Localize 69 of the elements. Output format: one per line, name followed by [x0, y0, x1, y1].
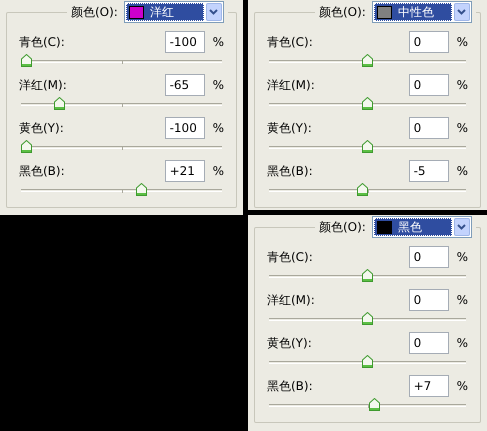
slider[interactable] — [269, 312, 466, 325]
slider[interactable] — [269, 355, 466, 368]
percent-unit: % — [456, 34, 468, 51]
percent-unit: % — [456, 77, 468, 94]
percent-unit: % — [212, 34, 224, 51]
color-label: 颜色(O): — [319, 4, 366, 21]
value-field[interactable]: 0 — [408, 31, 449, 53]
value-field[interactable]: 0 — [408, 117, 449, 139]
percent-unit: % — [456, 249, 468, 266]
color-dropdown[interactable]: 黑色 — [372, 216, 472, 238]
dropdown-value: 中性色 — [398, 4, 434, 21]
color-dropdown[interactable]: 中性色 — [372, 1, 472, 23]
slider-thumb[interactable] — [21, 140, 32, 153]
value-field[interactable]: 0 — [408, 332, 449, 354]
slider-thumb[interactable] — [362, 140, 373, 153]
percent-unit: % — [212, 77, 224, 94]
percent-unit: % — [456, 335, 468, 352]
value-field[interactable]: -5 — [408, 160, 449, 182]
channel-label: 青色(C): — [267, 249, 313, 266]
slider[interactable] — [269, 140, 466, 153]
value-field[interactable]: 0 — [408, 289, 449, 311]
dropdown-value: 黑色 — [398, 219, 422, 236]
value-field[interactable]: -100 — [164, 31, 205, 53]
channel-label: 黑色(B): — [267, 163, 313, 180]
value-field[interactable]: -65 — [164, 74, 205, 96]
slider[interactable] — [269, 269, 466, 282]
slider[interactable] — [269, 97, 466, 110]
slider-thumb[interactable] — [136, 183, 147, 196]
percent-unit: % — [456, 120, 468, 137]
slider-thumb[interactable] — [21, 54, 32, 67]
slider[interactable] — [21, 54, 222, 67]
slider-thumb[interactable] — [54, 97, 66, 110]
percent-unit: % — [456, 163, 468, 180]
percent-unit: % — [212, 120, 224, 137]
value-field[interactable]: +7 — [408, 375, 449, 397]
percent-unit: % — [456, 292, 468, 309]
channel-label: 洋红(M): — [267, 77, 315, 94]
channel-label: 黄色(Y): — [19, 120, 64, 137]
slider[interactable] — [21, 140, 222, 153]
percent-unit: % — [456, 378, 468, 395]
value-field[interactable]: +21 — [164, 160, 205, 182]
channel-label: 黄色(Y): — [267, 120, 312, 137]
slider[interactable] — [269, 398, 466, 411]
percent-unit: % — [212, 163, 224, 180]
channel-label: 青色(C): — [19, 34, 65, 51]
value-field[interactable]: 0 — [408, 74, 449, 96]
value-field[interactable]: 0 — [408, 246, 449, 268]
slider-thumb[interactable] — [362, 97, 373, 110]
color-dropdown[interactable]: 洋红 — [124, 1, 224, 23]
slider[interactable] — [21, 183, 222, 196]
slider[interactable] — [269, 54, 466, 67]
slider[interactable] — [269, 183, 466, 196]
channel-label: 黄色(Y): — [267, 335, 312, 352]
channel-label: 洋红(M): — [19, 77, 67, 94]
slider-thumb[interactable] — [368, 398, 380, 411]
slider-thumb[interactable] — [362, 54, 373, 67]
channel-label: 黑色(B): — [267, 378, 313, 395]
slider-thumb[interactable] — [357, 183, 368, 196]
slider-thumb[interactable] — [362, 355, 373, 368]
slider[interactable] — [21, 97, 222, 110]
channel-label: 洋红(M): — [267, 292, 315, 309]
dropdown-value: 洋红 — [150, 4, 174, 21]
channel-label: 黑色(B): — [19, 163, 65, 180]
channel-label: 青色(C): — [267, 34, 313, 51]
color-label: 颜色(O): — [71, 4, 118, 21]
slider-thumb[interactable] — [362, 269, 373, 282]
value-field[interactable]: -100 — [164, 117, 205, 139]
color-label: 颜色(O): — [319, 219, 366, 236]
slider-thumb[interactable] — [362, 312, 373, 325]
